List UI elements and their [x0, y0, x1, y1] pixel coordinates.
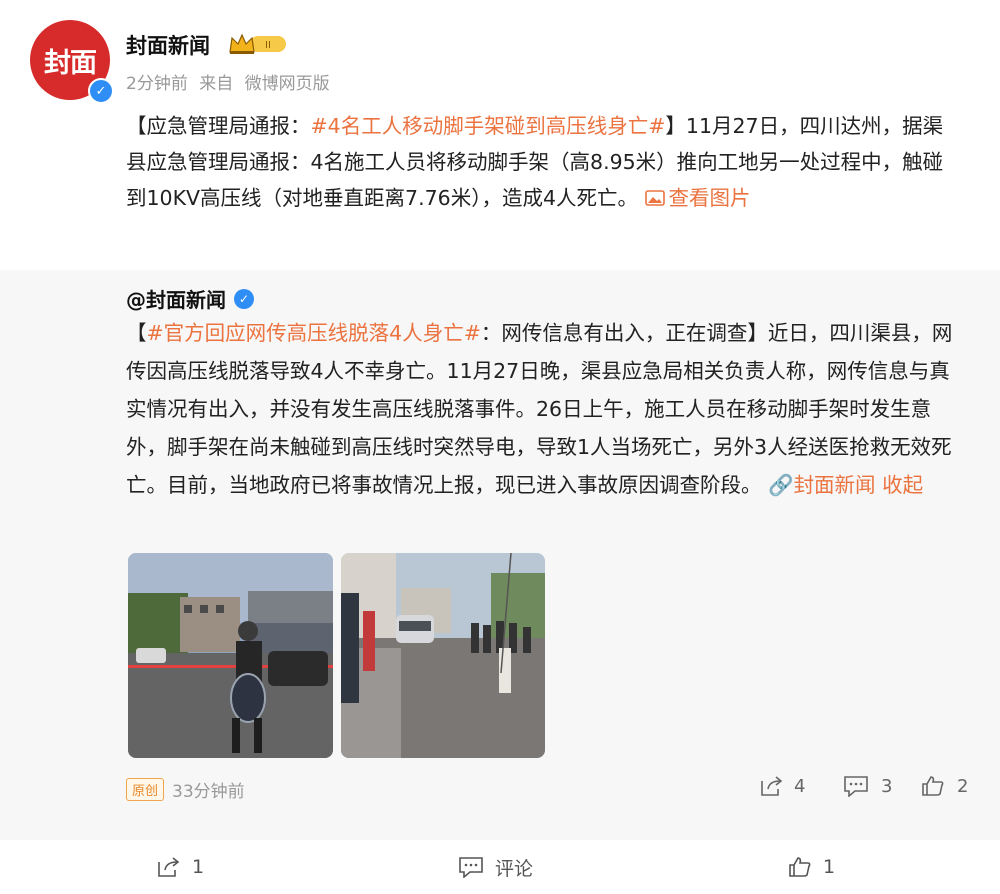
retweet-footer: 原创 33分钟前 [126, 777, 245, 802]
retweet-comment-button[interactable]: 3 [843, 775, 892, 797]
retweet-share-count: 4 [794, 775, 806, 797]
retweet-author-name: @封面新闻 [126, 288, 226, 312]
view-images-label: 查看图片 [668, 186, 751, 210]
share-button[interactable]: 1 [156, 840, 204, 894]
retweet-like-count: 2 [957, 775, 969, 797]
verified-icon: ✓ [88, 78, 114, 104]
view-images-link[interactable]: 查看图片 [644, 186, 751, 210]
comment-button[interactable]: 评论 [457, 840, 533, 894]
post-bracket-open: 【应急管理局通报： [126, 114, 311, 138]
retweet-bracket-open: 【 [126, 321, 147, 345]
author-name[interactable]: 封面新闻 [126, 30, 210, 60]
comment-icon [459, 857, 483, 878]
comment-label: 评论 [495, 857, 534, 880]
retweet-comment-count: 3 [881, 775, 893, 797]
main-post: 封面 ✓ 封面新闻 II 2分钟前 来自 微博网页版 【应急管理局通报：#4名工… [0, 0, 1000, 270]
retweet-photo-1[interactable] [128, 553, 333, 758]
source-prefix: 来自 [199, 74, 234, 94]
post-text: 【应急管理局通报：#4名工人移动脚手架碰到高压线身亡#】11月27日，四川达州，… [126, 108, 960, 216]
retweet-time[interactable]: 33分钟前 [172, 777, 245, 802]
action-bar: 1 评论 1 [0, 840, 1000, 894]
avatar-text: 封面 [44, 47, 97, 79]
retweet-author[interactable]: @封面新闻 ✓ [126, 284, 254, 313]
link-icon: 🔗 [768, 473, 794, 497]
retweet-body: ：网传信息有出入，正在调查】近日，四川渠县，网传因高压线脱落导致4人不幸身亡。1… [126, 321, 953, 497]
retweet-text: 【#官方回应网传高压线脱落4人身亡#：网传信息有出入，正在调查】近日，四川渠县，… [126, 314, 966, 504]
original-badge: 原创 [126, 778, 165, 801]
share-count: 1 [192, 856, 205, 878]
post-meta: 2分钟前 来自 微博网页版 [126, 69, 336, 94]
retweet-photo-2[interactable] [341, 553, 545, 758]
thumbs-up-icon [789, 857, 811, 877]
vip-crown-icon[interactable]: II [228, 32, 288, 56]
thumbs-up-icon [922, 776, 944, 796]
retweeted-post[interactable]: @封面新闻 ✓ 【#官方回应网传高压线脱落4人身亡#：网传信息有出入，正在调查】… [0, 270, 1000, 840]
post-source[interactable]: 微博网页版 [245, 74, 330, 94]
post-time[interactable]: 2分钟前 [126, 74, 188, 94]
retweet-like-button[interactable]: 2 [921, 775, 968, 797]
comment-icon [844, 776, 868, 797]
like-count: 1 [823, 856, 836, 878]
retweet-share-button[interactable]: 4 [760, 775, 805, 797]
collapse-link[interactable]: 收起 [882, 473, 923, 497]
source-link[interactable]: 🔗封面新闻 [768, 473, 876, 497]
image-icon [644, 190, 665, 206]
like-button[interactable]: 1 [787, 840, 835, 894]
verified-icon: ✓ [234, 288, 254, 309]
retweet-hashtag-link[interactable]: #官方回应网传高压线脱落4人身亡# [147, 321, 481, 345]
level-badge-text: II [265, 40, 271, 51]
share-icon [158, 857, 180, 877]
share-icon [761, 776, 783, 796]
source-link-label: 封面新闻 [793, 473, 876, 497]
post-hashtag-link[interactable]: #4名工人移动脚手架碰到高压线身亡# [311, 114, 666, 138]
